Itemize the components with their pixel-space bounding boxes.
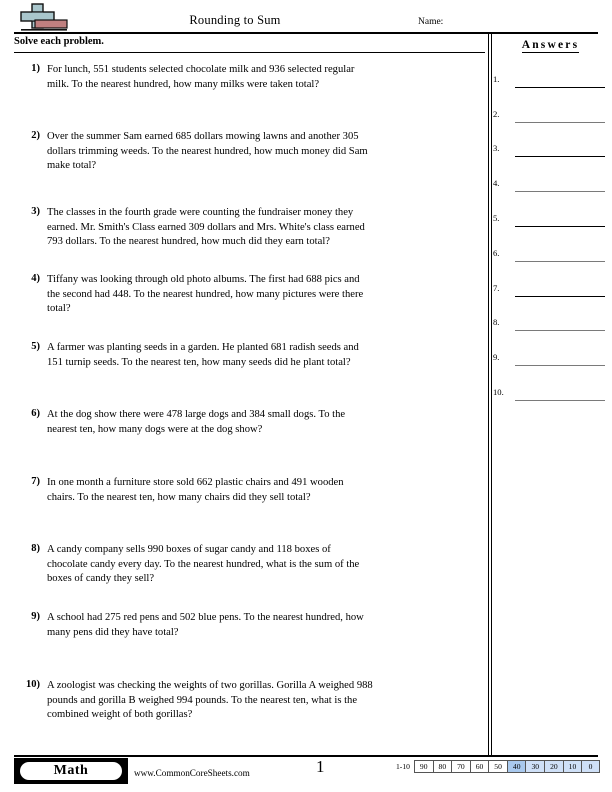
problem-text: A candy company sells 990 boxes of sugar… [47,544,360,585]
score-scale-cell: 90 [413,760,433,773]
header-rule [14,32,598,34]
score-scale-cell: 40 [506,760,526,773]
site-url: www.CommonCoreSheets.com [134,768,250,778]
answer-row[interactable]: 9. [493,352,609,366]
problem-text: Tiffany was looking through old photo al… [47,274,364,315]
page-header: Rounding to Sum Name: [0,0,612,34]
answers-heading: Answers [493,39,608,53]
problem-number: 10) [26,679,40,690]
problem-number: 1) [31,63,40,74]
problem-item: 8) A candy company sells 990 boxes of sug… [14,543,374,587]
answer-row[interactable]: 1. [493,74,609,88]
answers-heading-label: Answers [521,39,580,53]
problem-item: 7) In one month a furniture store sold 66… [14,476,374,505]
answer-number: 5. [493,213,500,223]
problem-text: A farmer was planting seeds in a garden.… [47,342,359,368]
problem-text: At the dog show there were 478 large dog… [47,409,346,435]
score-scale: 1-10 90 80 70 60 50 40 30 20 10 0 [396,760,600,773]
answer-row[interactable]: 4. [493,178,609,192]
answer-number: 10. [493,387,504,397]
footer-rule [14,755,598,757]
score-scale-cells: 90 80 70 60 50 40 30 20 10 0 [413,760,600,773]
answer-row[interactable]: 3. [493,143,609,157]
answer-number: 1. [493,74,500,84]
problem-item: 9) A school had 275 red pens and 502 blue… [14,611,374,640]
problem-item: 3) The classes in the fourth grade were c… [14,206,374,250]
problem-number: 7) [31,476,40,487]
problem-text: A zoologist was checking the weights of … [47,680,373,721]
score-scale-cell: 80 [432,760,452,773]
problem-number: 4) [31,273,40,284]
problem-item: 1) For lunch, 551 students selected choco… [14,63,374,92]
answer-blank-line[interactable] [515,295,605,297]
answer-number: 3. [493,143,500,153]
instruction-rule [14,52,485,53]
problem-number: 3) [31,206,40,217]
answer-blank-line[interactable] [515,190,605,192]
worksheet-title: Rounding to Sum [189,13,281,27]
problem-number: 8) [31,543,40,554]
instruction-text: Solve each problem. [14,36,104,47]
math-subject-badge: Math [14,758,128,784]
problem-text: The classes in the fourth grade were cou… [47,207,365,248]
problem-number: 6) [31,408,40,419]
problem-item: 5) A farmer was planting seeds in a garde… [14,341,374,370]
answer-blank-line[interactable] [515,329,605,331]
answer-blank-line[interactable] [515,155,605,157]
answer-number: 6. [493,248,500,258]
answer-row[interactable]: 8. [493,317,609,331]
problem-number: 5) [31,341,40,352]
answer-number: 8. [493,317,500,327]
problem-text: Over the summer Sam earned 685 dollars m… [47,131,368,172]
answer-row[interactable]: 6. [493,248,609,262]
problem-text: A school had 275 red pens and 502 blue p… [47,612,364,638]
answer-blank-line[interactable] [515,260,605,262]
problem-item: 10) A zoologist was checking the weights … [14,679,374,723]
score-scale-cell: 20 [544,760,563,773]
problem-text: In one month a furniture store sold 662 … [47,477,344,503]
page-number: 1 [316,757,325,776]
score-scale-cell: 60 [469,760,489,773]
answer-blank-line[interactable] [515,399,605,401]
problem-number: 2) [31,130,40,141]
score-scale-cell: 30 [525,760,545,773]
score-scale-cell: 50 [488,760,507,773]
answer-blank-line[interactable] [515,225,605,227]
problem-text: For lunch, 551 students selected chocola… [47,64,355,90]
answer-number: 4. [493,178,500,188]
problem-item: 2) Over the summer Sam earned 685 dollars… [14,130,374,174]
math-badge-label: Math [20,762,122,780]
score-scale-cell: 10 [562,760,582,773]
score-scale-cell: 0 [581,760,600,773]
score-scale-cell: 70 [451,760,470,773]
problem-item: 4) Tiffany was looking through old photo … [14,273,374,317]
score-scale-range: 1-10 [396,762,410,771]
problem-item: 6) At the dog show there were 478 large d… [14,408,374,437]
answer-blank-line[interactable] [515,86,605,88]
problem-number: 9) [31,611,40,622]
name-field-label: Name: [418,17,444,27]
answer-blank-line[interactable] [515,121,605,123]
answer-row[interactable]: 2. [493,109,609,123]
answer-row[interactable]: 7. [493,283,609,297]
answer-number: 7. [493,283,500,293]
answer-row[interactable]: 5. [493,213,609,227]
answer-blank-line[interactable] [515,364,605,366]
answer-row[interactable]: 10. [493,387,609,401]
answer-number: 2. [493,109,500,119]
answer-number: 9. [493,352,500,362]
